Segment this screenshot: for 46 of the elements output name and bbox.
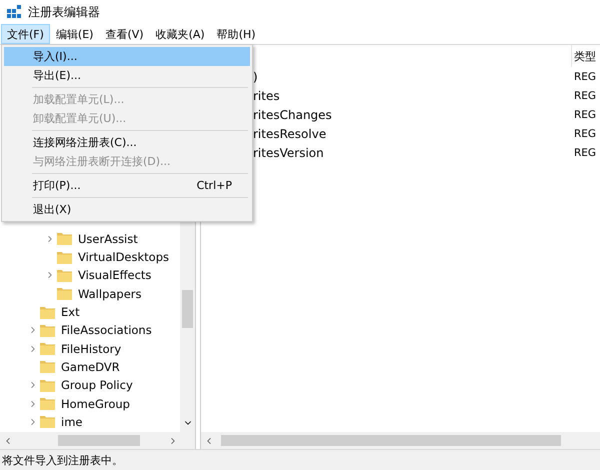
folder-icon [40,306,55,319]
scroll-thumb[interactable] [221,435,561,446]
tree-item[interactable]: Ext [61,305,80,320]
status-text: 将文件导入到注册表中。 [2,452,123,468]
tree-item[interactable]: ime [61,414,82,429]
tree-item[interactable]: GameDVR [61,360,120,374]
scroll-thumb[interactable] [182,290,193,328]
folder-icon [57,250,72,264]
horizontal-scrollbar[interactable] [0,432,195,449]
registry-icon [6,4,22,20]
horizontal-scrollbar[interactable] [201,432,600,449]
folder-icon [57,232,72,246]
column-header[interactable]: 类型 [571,45,600,67]
menu-item[interactable]: 收藏夹(A) [150,24,211,44]
tree-item[interactable]: VisualEffects [78,268,152,282]
tree-item[interactable]: FileAssociations [61,323,152,338]
value-type: REG [573,90,598,102]
window-title: 注册表编辑器 [28,4,100,20]
menu-entry[interactable]: 导出(E)... [4,66,250,85]
menu-entry[interactable]: 连接网络注册表(C)... [4,133,250,152]
menu-item[interactable]: 帮助(H) [210,24,262,44]
folder-icon [57,287,72,300]
folder-icon [40,360,55,374]
folder-icon [40,342,55,356]
folder-icon [40,397,55,410]
menu-entry[interactable]: 打印(P)... Ctrl+P [4,176,250,195]
tree-item[interactable]: HomeGroup [61,396,130,411]
menu-entry[interactable]: 退出(X) [4,200,250,219]
tree-item[interactable]: Wallpapers [78,286,142,301]
tree-item[interactable]: VirtualDesktops [78,250,169,264]
menu-item[interactable]: 查看(V) [99,24,150,44]
menu-entry[interactable]: 导入(I)... [4,47,250,66]
folder-icon [40,415,55,428]
folder-icon [40,378,55,392]
scroll-thumb[interactable] [58,435,140,446]
tree-item[interactable]: FileHistory [61,342,122,356]
folder-icon [40,324,55,337]
tree-item[interactable]: Group Policy [61,378,133,392]
tree-item[interactable]: UserAssist [78,232,138,246]
menu-item[interactable]: 编辑(E) [50,24,100,44]
value-type: REG [573,128,598,140]
value-type: REG [573,146,598,158]
value-type: REG [573,108,598,120]
menu-item[interactable]: 文件(F) [1,24,50,44]
value-type: REG [573,70,598,82]
folder-icon [57,268,72,282]
